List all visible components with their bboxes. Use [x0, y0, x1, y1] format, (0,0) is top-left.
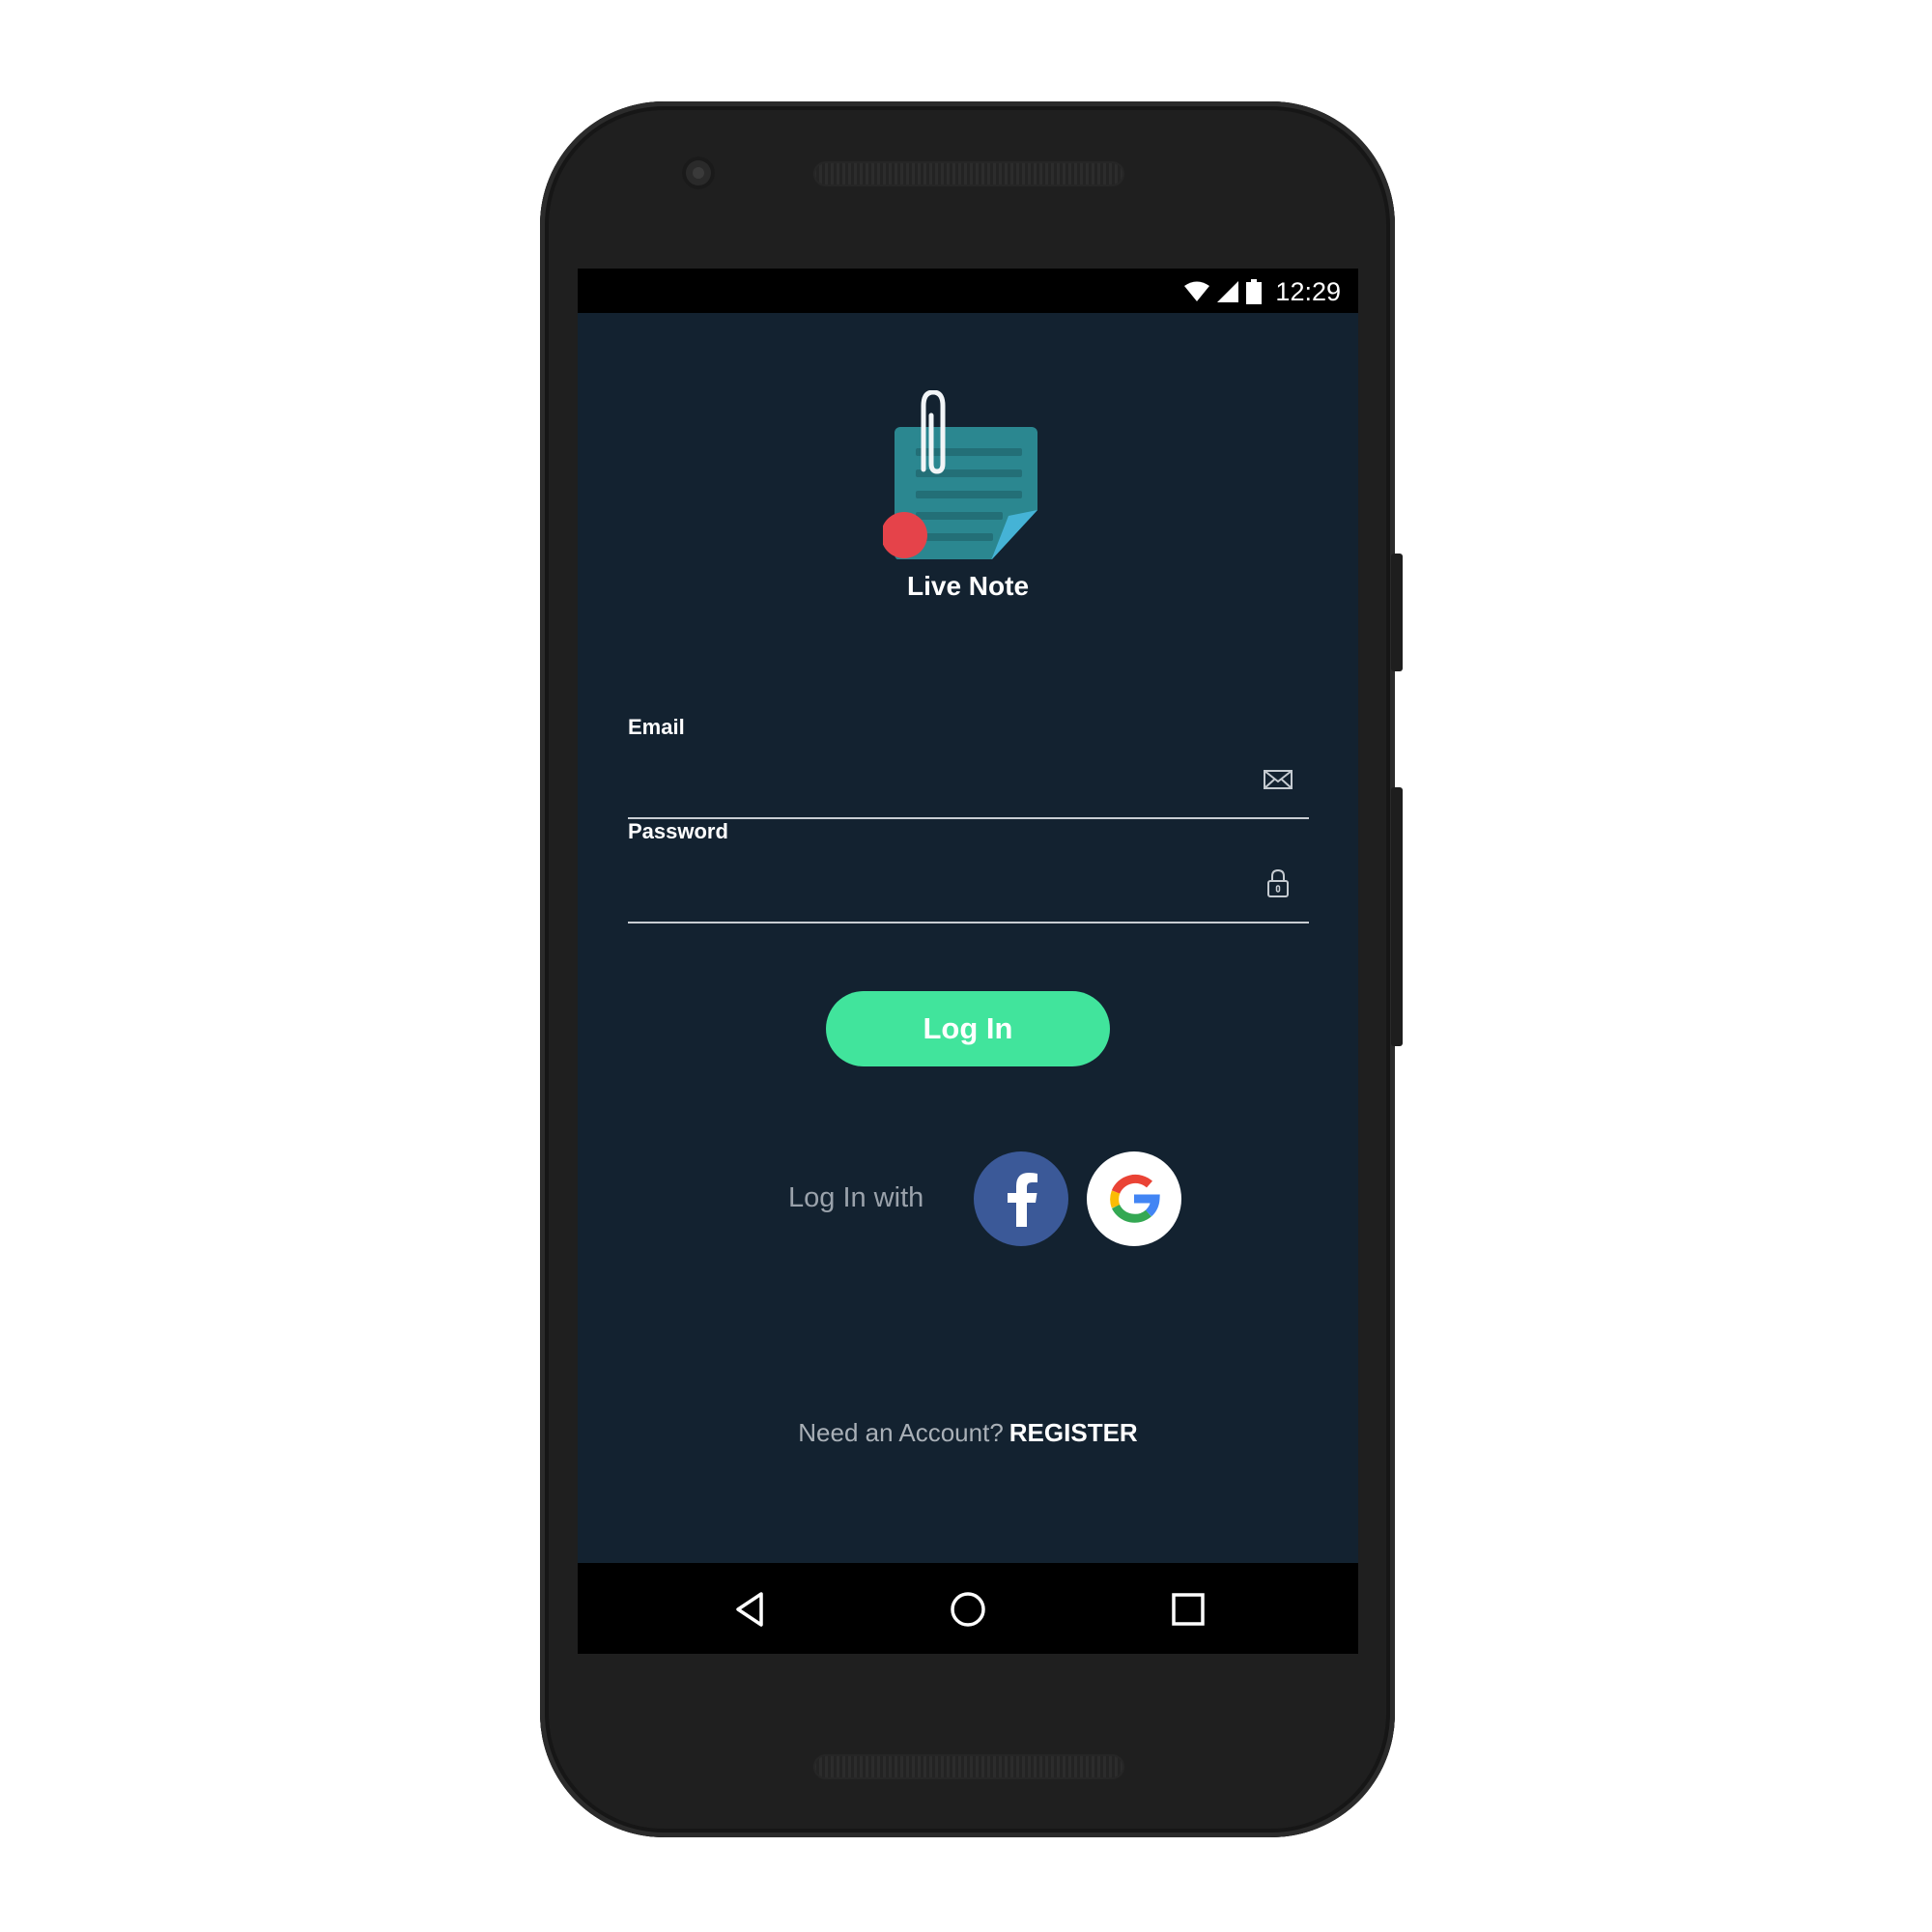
status-icons: 12:29: [1184, 277, 1341, 306]
power-button: [1391, 787, 1403, 1046]
social-login-label: Log In with: [788, 1182, 924, 1213]
app-name: Live Note: [906, 571, 1030, 601]
live-note-logo-icon: [883, 390, 1037, 559]
email-field: Email: [628, 715, 1309, 819]
recents-icon[interactable]: [1169, 1590, 1208, 1629]
register-prompt: Need an Account?: [798, 1418, 1004, 1447]
register-link[interactable]: REGISTER: [1009, 1418, 1138, 1447]
facebook-login-button[interactable]: [974, 1151, 1068, 1246]
google-icon: [1110, 1174, 1160, 1223]
lock-icon: [1267, 868, 1289, 897]
front-camera: [682, 156, 715, 189]
status-time: 12:29: [1275, 276, 1341, 306]
app-screen: 12:29 Live Note Email Password Log In Lo…: [578, 269, 1358, 1654]
password-underline: [628, 922, 1309, 923]
status-bar: 12:29: [578, 269, 1358, 313]
mail-icon: [1264, 770, 1293, 789]
google-login-button[interactable]: [1087, 1151, 1181, 1246]
volume-button: [1391, 554, 1403, 671]
email-label: Email: [628, 715, 685, 739]
cell-signal-icon: [1217, 281, 1239, 302]
password-input[interactable]: [628, 856, 1250, 908]
facebook-icon: [1008, 1173, 1037, 1227]
wifi-icon: [1184, 281, 1210, 301]
back-icon[interactable]: [730, 1590, 769, 1629]
navigation-bar: [578, 1563, 1358, 1654]
bottom-speaker: [813, 1754, 1124, 1779]
password-label: Password: [628, 819, 728, 843]
home-icon[interactable]: [949, 1590, 987, 1629]
login-button[interactable]: Log In: [826, 991, 1110, 1066]
register-row: Need an Account? REGISTER: [578, 1418, 1358, 1448]
email-input[interactable]: [628, 752, 1250, 804]
password-field: Password: [628, 819, 1309, 923]
top-speaker: [813, 161, 1124, 186]
battery-icon: [1246, 279, 1263, 304]
